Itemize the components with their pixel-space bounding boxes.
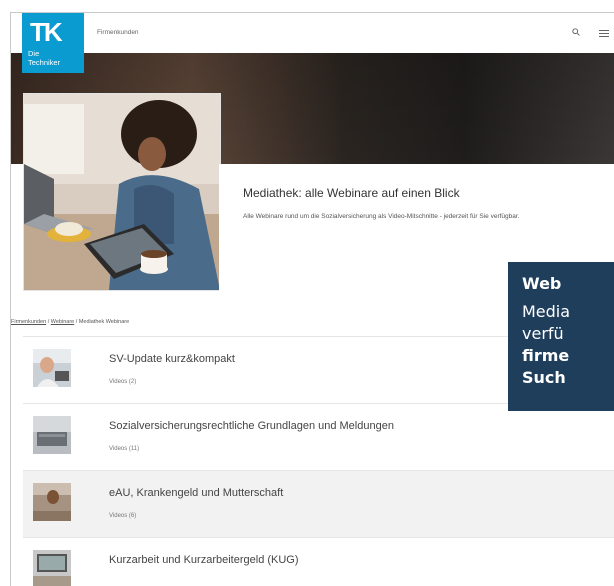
list-item-count: Videos (11) [109,446,140,452]
thumbnail-image [33,349,71,387]
overlay-line-3: verfü [522,324,564,343]
hamburger-menu-icon[interactable] [599,30,609,38]
list-item[interactable]: Sozialversicherungsrechtliche Grundlagen… [23,403,614,470]
nav-firmenkunden[interactable]: Firmenkunden [97,29,139,36]
hero-photo-woman-with-tablet [23,93,221,291]
list-item-count: Videos (6) [109,513,137,519]
page-description: Alle Webinare rund um die Sozialversiche… [243,213,520,220]
overlay-line-1: Web [522,274,562,293]
promo-overlay-box: Web Media verfü firme Such [508,262,614,411]
logo-mark: TK [30,17,63,47]
thumbnail-image [33,550,71,586]
search-icon[interactable] [572,28,580,36]
breadcrumb-webinare[interactable]: Webinare [51,319,74,325]
thumbnail-image [33,483,71,521]
tk-logo[interactable]: TK Die Techniker [22,13,84,73]
logo-text: Die Techniker [28,49,61,67]
list-item[interactable]: Kurzarbeit und Kurzarbeitergeld (KUG) [23,537,614,586]
list-item-title: SV-Update kurz&kompakt [109,353,235,365]
overlay-line-4: firme [522,346,570,365]
list-item-title: Kurzarbeit und Kurzarbeitergeld (KUG) [109,554,299,566]
top-bar: Firmenkunden [11,13,614,53]
breadcrumb: Firmenkunden / Webinare / Mediathek Webi… [11,319,129,325]
overlay-line-5: Such [522,368,566,387]
overlay-line-2: Media [522,302,571,321]
list-item-title: Sozialversicherungsrechtliche Grundlagen… [109,420,394,432]
list-item-title: eAU, Krankengeld und Mutterschaft [109,487,284,499]
list-item-count: Videos (2) [109,379,137,385]
page-title: Mediathek: alle Webinare auf einen Blick [243,186,460,200]
breadcrumb-current: Mediathek Webinare [78,319,130,325]
breadcrumb-firmenkunden[interactable]: Firmenkunden [11,319,46,325]
list-item[interactable]: eAU, Krankengeld und Mutterschaft Videos… [23,470,614,537]
thumbnail-image [33,416,71,454]
